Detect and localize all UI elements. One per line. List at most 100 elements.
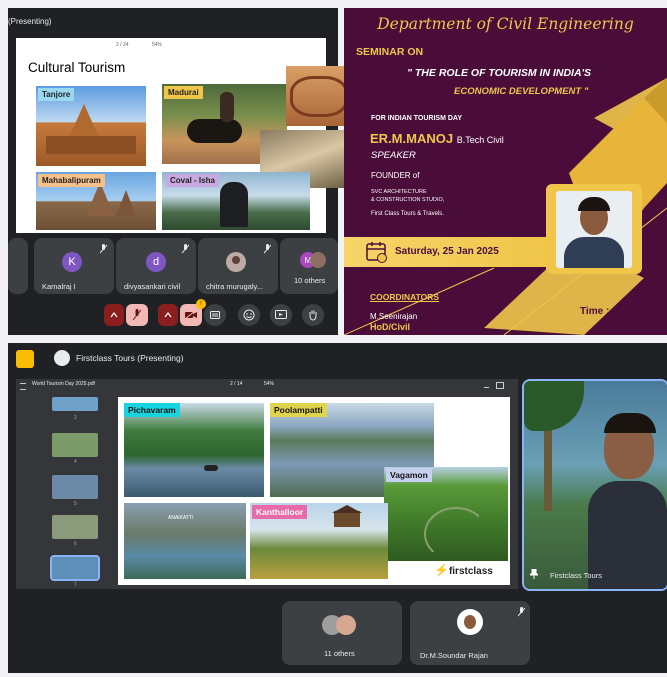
poster-seminar-on: SEMINAR ON: [356, 46, 424, 58]
participant-name: divyasankari civil: [124, 282, 181, 291]
brand-name: firstclass: [448, 566, 493, 577]
present-screen-icon: [275, 310, 287, 319]
mic-off-icon: [518, 607, 525, 617]
top-presentation-area: 2 / 24 54% Cultural Tourism Tanjore Madu…: [16, 38, 346, 233]
pdf-thumbnail[interactable]: [52, 515, 98, 539]
pdf-print-icon[interactable]: [496, 382, 504, 389]
speaker-avatar: [457, 609, 483, 635]
self-view-tile[interactable]: Firstclass Tours: [522, 379, 667, 591]
captions-icon: [210, 311, 220, 319]
emoji-icon: [243, 309, 255, 321]
poster-department: Department of Civil Engineering: [377, 15, 634, 33]
slide-title: Cultural Tourism: [28, 60, 126, 75]
others-avatar-photo: [310, 252, 326, 268]
speaker-name: ER.M.MANOJ: [370, 131, 454, 146]
poster-company2: First Class Tours & Travels.: [371, 211, 444, 217]
bottom-slide: Pichavaram Poolampatti Vagamon ANAIKATTI…: [118, 397, 510, 585]
poster-founder-of: FOUNDER of: [371, 171, 420, 180]
pichavaram-photo: [124, 403, 264, 497]
camera-off-icon: [185, 311, 197, 319]
participant-tile-partial[interactable]: [8, 238, 28, 294]
pdf-thumbnail[interactable]: [52, 397, 98, 411]
bottom-meet-window: Firstclass Tours (Presenting) World Tour…: [8, 343, 667, 673]
chevron-up-icon: [110, 312, 118, 318]
label-poolampatti: Poolampatti: [270, 403, 327, 417]
pdf-page-indicator[interactable]: 2 / 14: [230, 381, 243, 387]
anaikatti-photo: ANAIKATTI: [124, 503, 246, 579]
speaker-photo-frame: [546, 184, 642, 274]
presenter-avatar: [54, 350, 70, 366]
camera-toggle-button[interactable]: !: [180, 299, 206, 326]
speaker-photo: [556, 191, 632, 268]
firstclass-logo: ⚡firstclass: [434, 563, 493, 577]
poster-time: Time : 2 - 3pm: [580, 306, 648, 317]
present-button[interactable]: [270, 304, 292, 326]
mic-off-icon: [182, 244, 189, 254]
pdf-menu-icon[interactable]: [20, 383, 26, 390]
others-label: 10 others: [294, 276, 326, 285]
captions-button[interactable]: [204, 304, 226, 326]
pdf-zoom[interactable]: 54%: [264, 381, 274, 387]
mic-off-icon: [133, 309, 141, 321]
colosseum-photo: [286, 66, 346, 126]
speaker-degree: B.Tech Civil: [456, 135, 504, 145]
label-pichavaram: Pichavaram: [124, 403, 180, 417]
poster-topic-line2: ECONOMIC DEVELOPMENT ": [454, 86, 589, 97]
notification-badge: !: [196, 299, 206, 309]
top-meet-window: (Presenting) 2 / 24 54% Cultural Tourism…: [8, 8, 346, 335]
participant-tile[interactable]: K Kamalraj I: [34, 238, 114, 294]
label-vagamon: Vagamon: [386, 468, 432, 482]
others-avatar: [336, 615, 356, 635]
avatar: K: [62, 252, 82, 272]
label-mahabalipuram: Mahabalipuram: [38, 174, 105, 187]
top-pdf-page[interactable]: 2 / 24: [116, 42, 129, 48]
poster-date: Saturday, 25 Jan 2025: [395, 246, 499, 257]
camera-options-button[interactable]: [158, 304, 178, 326]
others-tile[interactable]: 11 others: [282, 601, 402, 665]
participant-tile[interactable]: Dr.M.Soundar Rajan: [410, 601, 530, 665]
thumbnail-number: 7: [74, 582, 77, 588]
calendar-icon: [366, 242, 387, 263]
raise-hand-button[interactable]: [302, 304, 324, 326]
label-tanjore: Tanjore: [38, 88, 75, 101]
pdf-viewer: World Tourism Day 2025.pdf 2 / 14 54% 2 …: [16, 379, 518, 589]
others-tile[interactable]: M 10 others: [280, 238, 338, 294]
participant-tile[interactable]: d divyasankari civil: [116, 238, 196, 294]
label-coval-isha: Coval - Isha: [166, 174, 219, 187]
pdf-thumbnail[interactable]: [52, 433, 98, 457]
pdf-filename: World Tourism Day 2025.pdf: [32, 381, 95, 387]
presenter-title: Firstclass Tours (Presenting): [76, 353, 184, 363]
more-options-button[interactable]: [104, 304, 124, 326]
avatar: d: [146, 252, 166, 272]
pdf-thumbnail[interactable]: [52, 475, 98, 499]
mic-off-icon: [264, 244, 271, 254]
top-meet-header-title: (Presenting): [8, 17, 52, 26]
poster-coordinator-name: M.Seenirajan: [370, 312, 418, 321]
thumbnail-number: 2: [74, 415, 77, 421]
pdf-thumbnail-selected[interactable]: [50, 555, 100, 581]
top-pdf-toolbar: 2 / 24 54%: [106, 41, 226, 51]
poster-company1-line1: SVC ARCHITECTURE: [371, 189, 427, 195]
poster-coordinator-role: HoD/Civil: [370, 322, 411, 332]
participant-name: Dr.M.Soundar Rajan: [420, 651, 488, 660]
participant-name: chitra murugaly...: [206, 282, 263, 291]
thumbnail-number: 4: [74, 459, 77, 465]
poster-speaker-role: SPEAKER: [371, 150, 416, 161]
chevron-up-icon: [164, 312, 172, 318]
emoji-button[interactable]: [238, 304, 260, 326]
photo-caption: ANAIKATTI: [168, 515, 194, 521]
label-madurai: Madurai: [164, 86, 203, 99]
thumbnail-number: 5: [74, 501, 77, 507]
firstclass-logo-mark: ⚡: [434, 563, 449, 577]
participant-name: Kamalraj I: [42, 282, 76, 291]
seminar-poster: Department of Civil Engineering SEMINAR …: [344, 8, 667, 335]
label-kanthalloor: Kanthalloor: [252, 505, 308, 519]
mic-toggle-button[interactable]: [126, 304, 148, 326]
mic-off-icon: [100, 244, 107, 254]
avatar: [226, 252, 246, 272]
hand-icon: [309, 310, 317, 321]
self-view-name: Firstclass Tours: [550, 571, 602, 580]
pdf-download-icon[interactable]: [484, 382, 489, 388]
participant-tile[interactable]: chitra murugaly...: [198, 238, 278, 294]
top-pdf-zoom[interactable]: 54%: [152, 42, 162, 48]
